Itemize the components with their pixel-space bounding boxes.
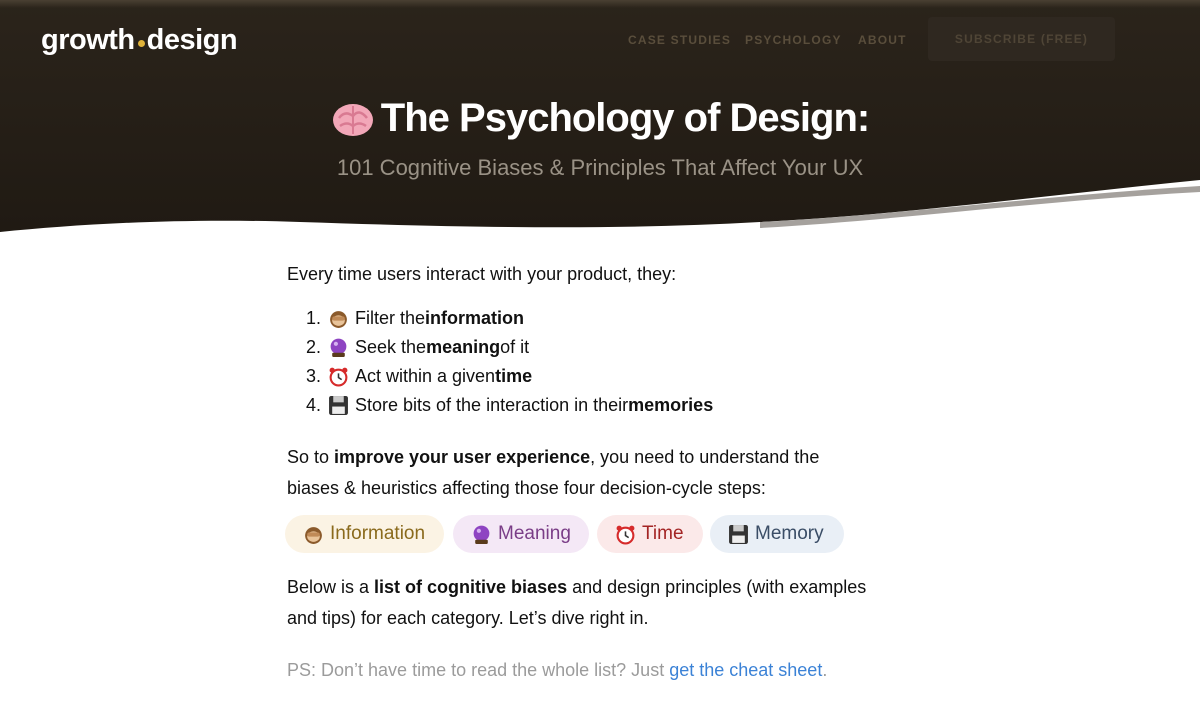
logo-dot (137, 39, 145, 47)
nav-case-studies[interactable]: CASE STUDIES (628, 33, 731, 47)
chip-label: Time (642, 523, 684, 544)
chip-label: Meaning (498, 523, 571, 544)
alarm-clock-icon (329, 367, 348, 387)
chip-meaning[interactable]: Meaning (453, 515, 589, 553)
step-number: 2. (306, 337, 322, 357)
list-item: 4. Store bits of the interaction in thei… (306, 391, 713, 420)
ps-text: PS: Don’t have time to read the whole li… (287, 660, 670, 680)
page-subtitle: 101 Cognitive Biases & Principles That A… (336, 155, 864, 180)
see-no-evil-monkey-icon (305, 526, 322, 544)
step-number: 1. (306, 308, 322, 328)
hero-header: growth design CASE STUDIES PSYCHOLOGY AB… (0, 0, 1200, 240)
page-title-text: The Psychology of Design: (380, 96, 870, 140)
site-logo[interactable]: growth design (41, 20, 238, 60)
chip-label: Memory (755, 523, 824, 544)
logo-text-growth: growth (41, 24, 135, 56)
subscribe-button[interactable]: SUBSCRIBE (FREE) (928, 17, 1115, 61)
step-bold: meaning (426, 337, 501, 357)
improve-paragraph: So to improve your user experience, you … (287, 442, 867, 504)
step-text: Filter the (355, 308, 426, 328)
floppy-disk-icon (729, 524, 748, 544)
para-bold: list of cognitive biases (374, 577, 568, 597)
step-text: Act within a given (355, 366, 496, 386)
list-item: 1. Filter the information (306, 304, 713, 333)
steps-list: 1. Filter the information 2. Seek the me… (306, 304, 713, 420)
crystal-ball-icon (473, 525, 490, 544)
ps-end: . (822, 660, 828, 680)
para-text: So to (287, 447, 335, 467)
crystal-ball-icon (330, 338, 347, 357)
list-item: 3. Act within a given time (306, 362, 713, 391)
step-text: Store bits of the interaction in their (355, 395, 629, 415)
chip-information[interactable]: Information (285, 515, 444, 553)
logo-text-design: design (146, 24, 238, 56)
ps-note: PS: Don’t have time to read the whole li… (287, 660, 827, 681)
step-bold: information (425, 308, 525, 328)
brain-icon (332, 104, 373, 137)
alarm-clock-icon (616, 525, 635, 544)
biases-paragraph: Below is a list of cognitive biases and … (287, 572, 867, 634)
intro-text: Every time users interact with your prod… (287, 264, 677, 284)
nav-about[interactable]: ABOUT (858, 33, 907, 47)
step-text-end: of it (500, 337, 530, 357)
chip-time[interactable]: Time (597, 515, 703, 553)
step-number: 3. (306, 366, 322, 386)
step-number: 4. (306, 395, 322, 415)
floppy-disk-icon (329, 396, 348, 415)
para-bold: improve your user experience (334, 447, 591, 467)
page-title: The Psychology of Design: (0, 96, 1200, 141)
step-text: Seek the (355, 337, 427, 357)
list-item: 2. Seek the meaning of it (306, 333, 713, 362)
para-text: Below is a (287, 577, 375, 597)
cheat-sheet-link[interactable]: get the cheat sheet (669, 660, 822, 680)
step-bold: memories (628, 395, 714, 415)
see-no-evil-monkey-icon (330, 311, 347, 328)
nav-psychology[interactable]: PSYCHOLOGY (745, 33, 842, 47)
step-bold: time (495, 366, 533, 386)
chip-label: Information (330, 523, 426, 544)
chip-memory[interactable]: Memory (710, 515, 844, 553)
top-shade (0, 0, 1200, 8)
